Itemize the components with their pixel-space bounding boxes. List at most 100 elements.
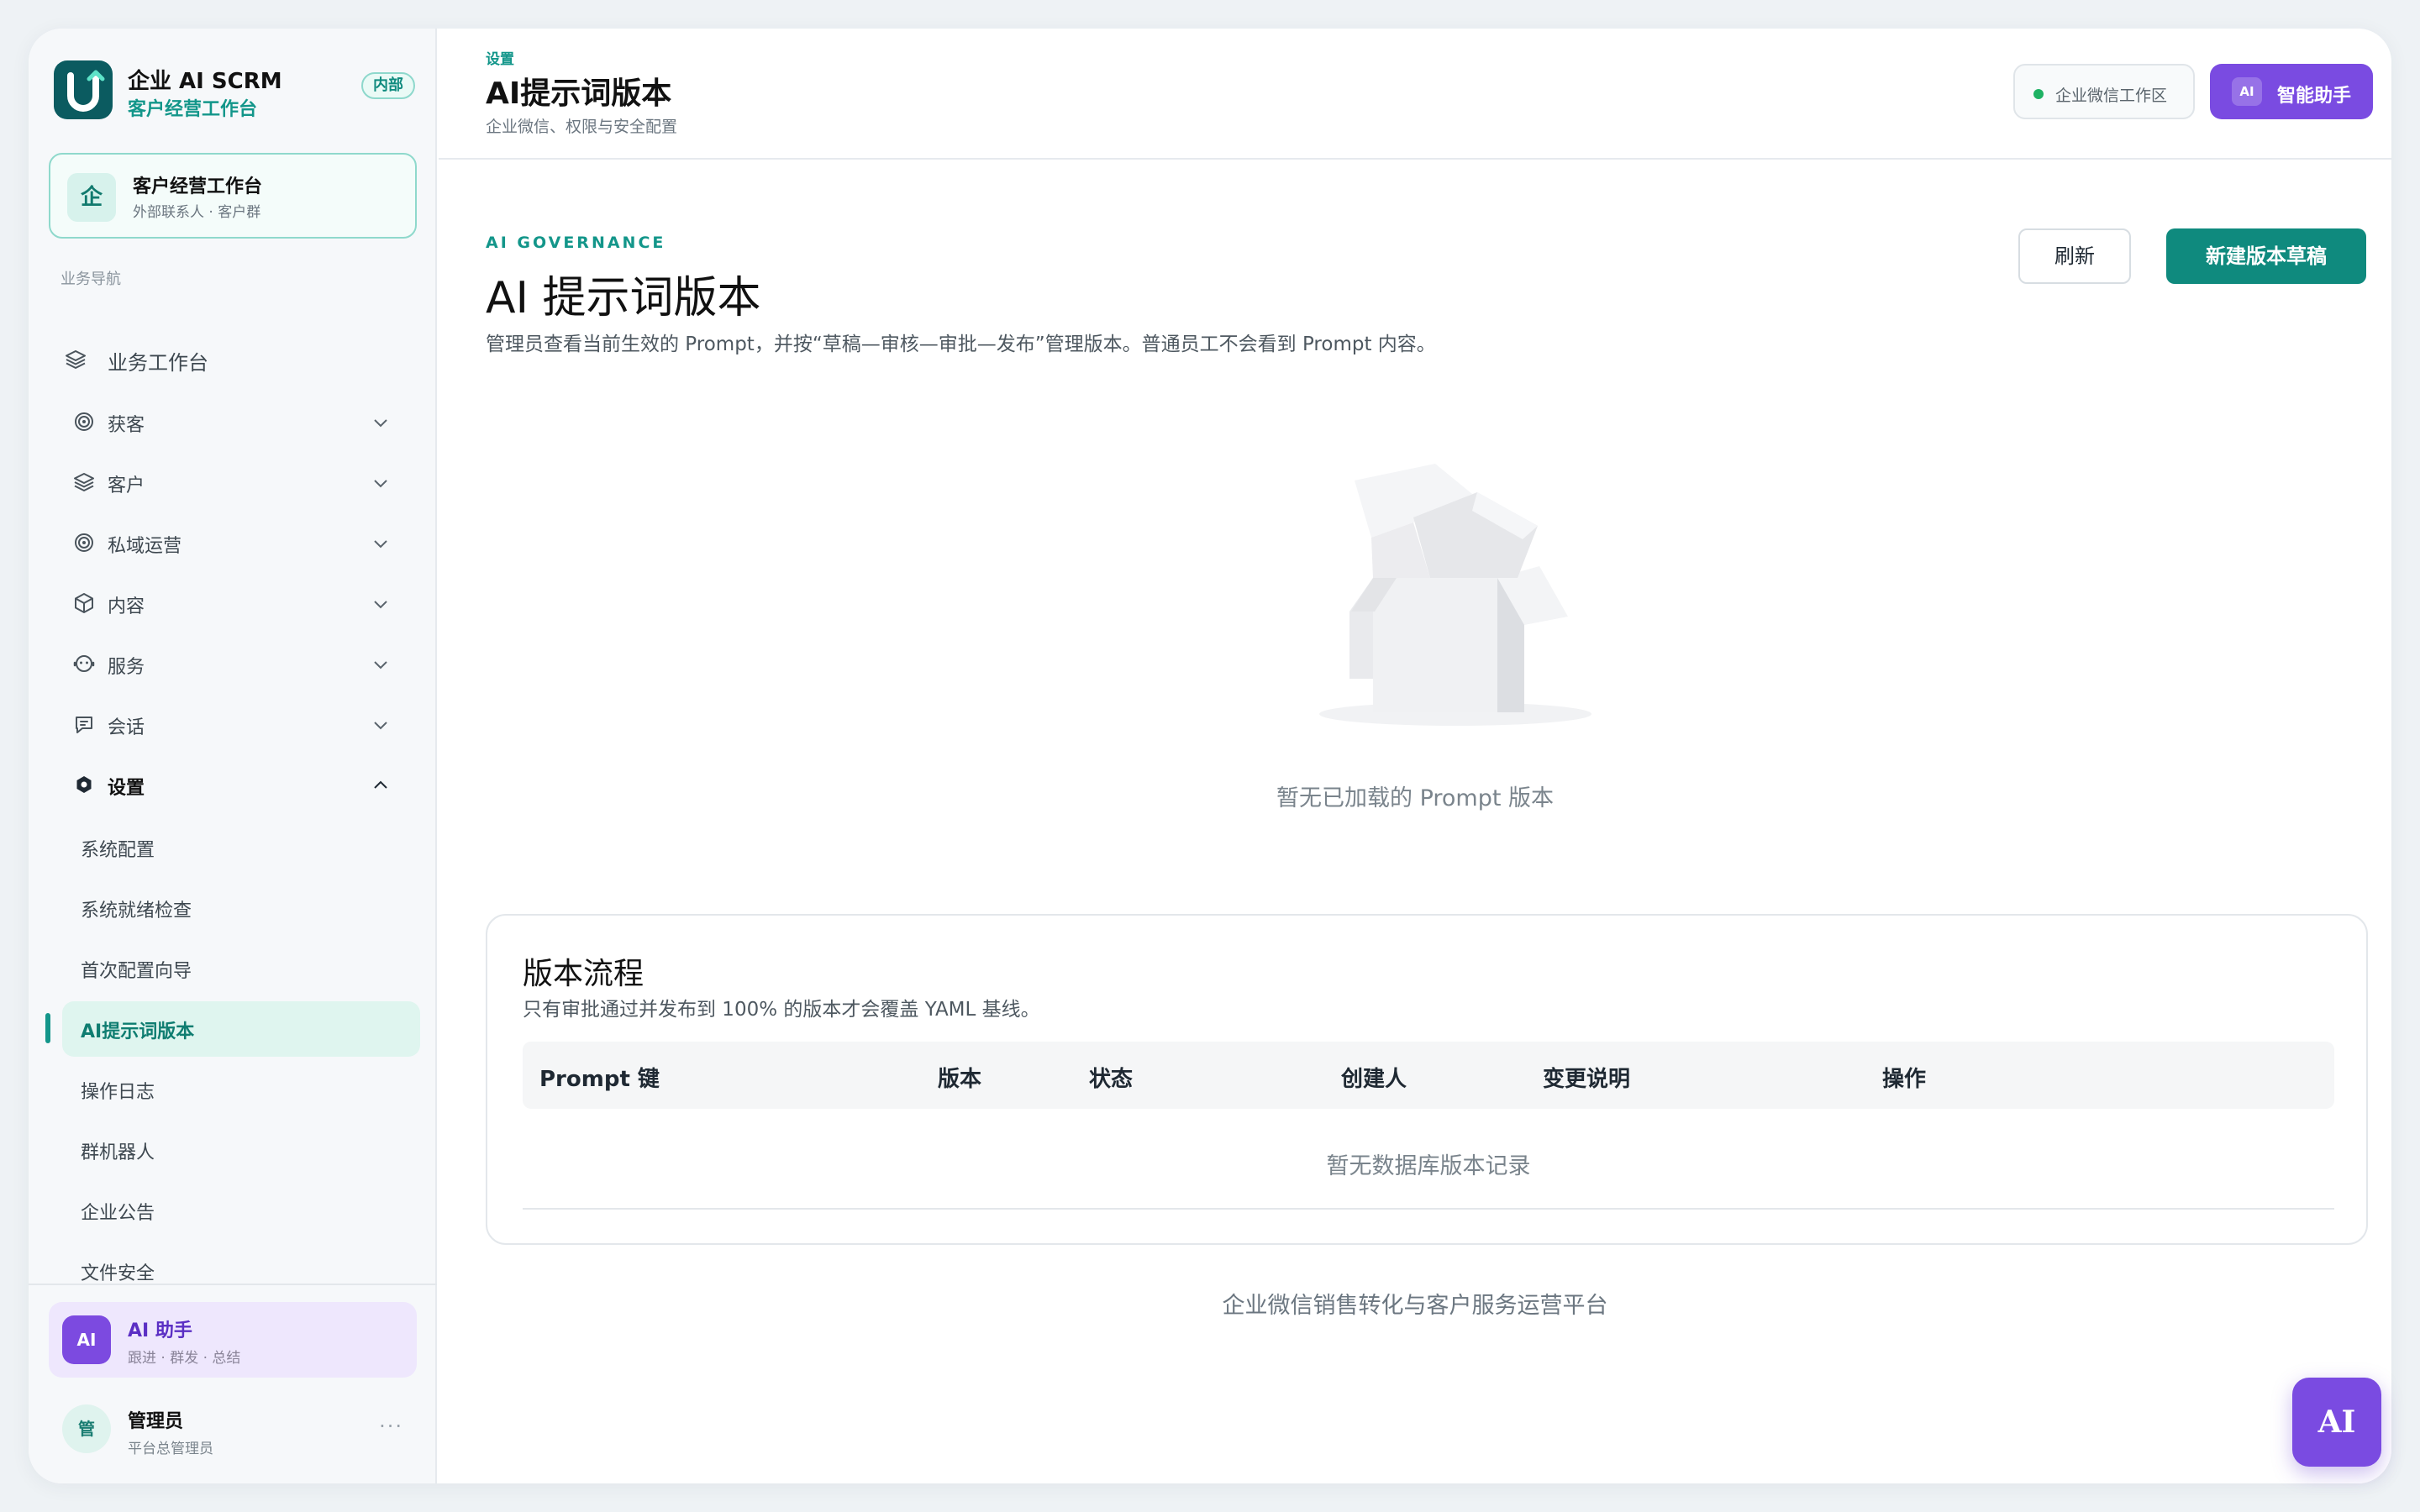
ai-assistant-card[interactable]: AI AI 助手 跟进 · 群发 · 总结: [49, 1302, 417, 1378]
ai-badge-icon: AI: [2232, 77, 2262, 106]
support-icon: [73, 655, 95, 672]
brand-subtitle: 客户经营工作台: [128, 99, 258, 120]
breadcrumb[interactable]: 设置: [486, 47, 514, 68]
subnav-item-announcements[interactable]: 企业公告: [62, 1183, 420, 1238]
user-name: 管理员: [128, 1411, 184, 1432]
page-title: AI 提示词版本: [486, 273, 761, 323]
target-icon: [75, 533, 93, 552]
chevron-down-icon: [374, 601, 387, 609]
nav-group-conversation[interactable]: 会话: [62, 701, 415, 748]
chevron-down-icon: [374, 722, 387, 730]
subnav-label: 企业公告: [81, 1203, 155, 1224]
smart-assistant-label: 智能助手: [2277, 86, 2352, 107]
table-header: Prompt 键 版本 状态 创建人 变更说明 操作: [523, 1042, 2334, 1109]
chat-icon: [76, 717, 92, 733]
workspace-status-pill[interactable]: 企业微信工作区: [2013, 64, 2195, 119]
column-header-change-note: 变更说明: [1543, 1067, 1631, 1092]
version-flow-card: 版本流程 只有审批通过并发布到 100% 的版本才会覆盖 YAML 基线。 Pr…: [486, 914, 2368, 1245]
table-empty-text: 暂无数据库版本记录: [1326, 1153, 1531, 1179]
chevron-down-icon: [374, 540, 387, 549]
workspace-subtitle: 外部联系人 · 客户群: [133, 204, 261, 221]
page-eyebrow: AI GOVERNANCE: [486, 234, 666, 252]
chevron-up-icon: [374, 780, 387, 789]
ai-floating-button[interactable]: AI: [2292, 1378, 2381, 1467]
brand-logo-icon: [54, 60, 113, 119]
brand[interactable]: 企业 AI SCRM 客户经营工作台 内部: [54, 60, 415, 121]
more-icon[interactable]: ···: [379, 1415, 403, 1438]
header-subtitle: 企业微信、权限与安全配置: [486, 118, 678, 136]
nav-group-settings[interactable]: 设置: [62, 761, 415, 808]
main-content: AI GOVERNANCE AI 提示词版本 管理员查看当前生效的 Prompt…: [439, 161, 2391, 1483]
target-icon: [75, 412, 93, 431]
subnav-label: 文件安全: [81, 1263, 155, 1284]
nav-label: 会话: [108, 717, 145, 738]
nav-label: 服务: [108, 657, 145, 678]
subnav-item-setup-wizard[interactable]: 首次配置向导: [62, 941, 420, 996]
workspace-switcher[interactable]: 企 客户经营工作台 外部联系人 · 客户群: [49, 153, 417, 239]
ai-badge-icon: AI: [62, 1315, 111, 1364]
chevron-down-icon: [374, 661, 387, 669]
sidebar: 企业 AI SCRM 客户经营工作台 内部 企 客户经营工作台 外部联系人 · …: [29, 29, 437, 1483]
column-header-status: 状态: [1089, 1067, 1134, 1092]
brand-name: 企业 AI SCRM: [128, 69, 282, 94]
footer-text: 企业微信销售转化与客户服务运营平台: [1222, 1293, 1608, 1319]
subnav-item-operation-log[interactable]: 操作日志: [62, 1062, 420, 1117]
nav-label: 内容: [108, 596, 145, 617]
subnav-label: 系统配置: [81, 840, 155, 861]
header-title: AI提示词版本: [486, 76, 672, 111]
layers-icon: [66, 350, 86, 369]
subnav-label: 首次配置向导: [81, 961, 192, 982]
subnav-item-readiness-check[interactable]: 系统就绪检查: [62, 880, 420, 936]
subnav-item-file-security[interactable]: 文件安全: [62, 1243, 420, 1299]
column-header-actions: 操作: [1882, 1067, 1927, 1092]
active-indicator: [45, 1013, 50, 1043]
nav-label: 业务工作台: [108, 351, 208, 375]
column-header-creator: 创建人: [1341, 1067, 1407, 1092]
nav-group-customer[interactable]: 客户: [62, 459, 415, 506]
subnav-label: 群机器人: [81, 1142, 155, 1163]
nav-label: 私域运营: [108, 536, 182, 557]
refresh-button[interactable]: 刷新: [2018, 228, 2131, 284]
top-header: 设置 AI提示词版本 企业微信、权限与安全配置 企业微信工作区 AI 智能助手: [439, 29, 2391, 160]
workspace-title: 客户经营工作台: [133, 176, 263, 197]
nav-group-private-ops[interactable]: 私域运营: [62, 519, 415, 566]
empty-box-icon: [1319, 464, 1591, 726]
layers-icon: [74, 473, 94, 491]
internal-badge: 内部: [361, 72, 415, 99]
app-shell: 企业 AI SCRM 客户经营工作台 内部 企 客户经营工作台 外部联系人 · …: [29, 29, 2391, 1483]
box-icon: [75, 593, 93, 613]
nav-item-workbench[interactable]: 业务工作台: [54, 336, 407, 383]
user-profile[interactable]: 管 管理员 平台总管理员 ···: [49, 1396, 417, 1463]
chevron-down-icon: [374, 480, 387, 488]
sidebar-divider: [29, 1284, 437, 1285]
nav-section-label: 业务导航: [60, 270, 121, 288]
flow-title: 版本流程: [523, 957, 644, 991]
table-divider: [523, 1208, 2334, 1210]
user-role: 平台总管理员: [128, 1441, 213, 1457]
avatar: 管: [62, 1404, 111, 1453]
column-header-version: 版本: [938, 1067, 982, 1092]
nav-label: 获客: [108, 415, 145, 436]
subnav-item-ai-prompt-versions[interactable]: AI提示词版本: [62, 1001, 420, 1057]
nav-group-acquire[interactable]: 获客: [62, 398, 415, 445]
workspace-icon: 企: [67, 173, 116, 222]
nav-label: 客户: [108, 475, 145, 496]
subnav-label: AI提示词版本: [81, 1021, 195, 1042]
chevron-down-icon: [374, 419, 387, 428]
empty-state-text: 暂无已加载的 Prompt 版本: [1276, 785, 1555, 811]
new-draft-button[interactable]: 新建版本草稿: [2166, 228, 2366, 284]
workspace-status-label: 企业微信工作区: [2055, 87, 2168, 105]
nav-group-service[interactable]: 服务: [62, 640, 415, 687]
subnav-label: 系统就绪检查: [81, 900, 192, 921]
subnav-label: 操作日志: [81, 1082, 155, 1103]
ai-card-subtitle: 跟进 · 群发 · 总结: [128, 1350, 241, 1367]
column-header-prompt-key: Prompt 键: [539, 1067, 660, 1092]
flow-subtitle: 只有审批通过并发布到 100% 的版本才会覆盖 YAML 基线。: [523, 999, 1040, 1021]
nav-group-content[interactable]: 内容: [62, 580, 415, 627]
status-dot-icon: [2033, 89, 2044, 99]
smart-assistant-button[interactable]: AI 智能助手: [2210, 64, 2373, 119]
ai-card-title: AI 助手: [128, 1320, 192, 1341]
subnav-item-system-config[interactable]: 系统配置: [62, 820, 420, 875]
subnav-item-group-robot[interactable]: 群机器人: [62, 1122, 420, 1178]
settings-icon: [76, 776, 92, 793]
